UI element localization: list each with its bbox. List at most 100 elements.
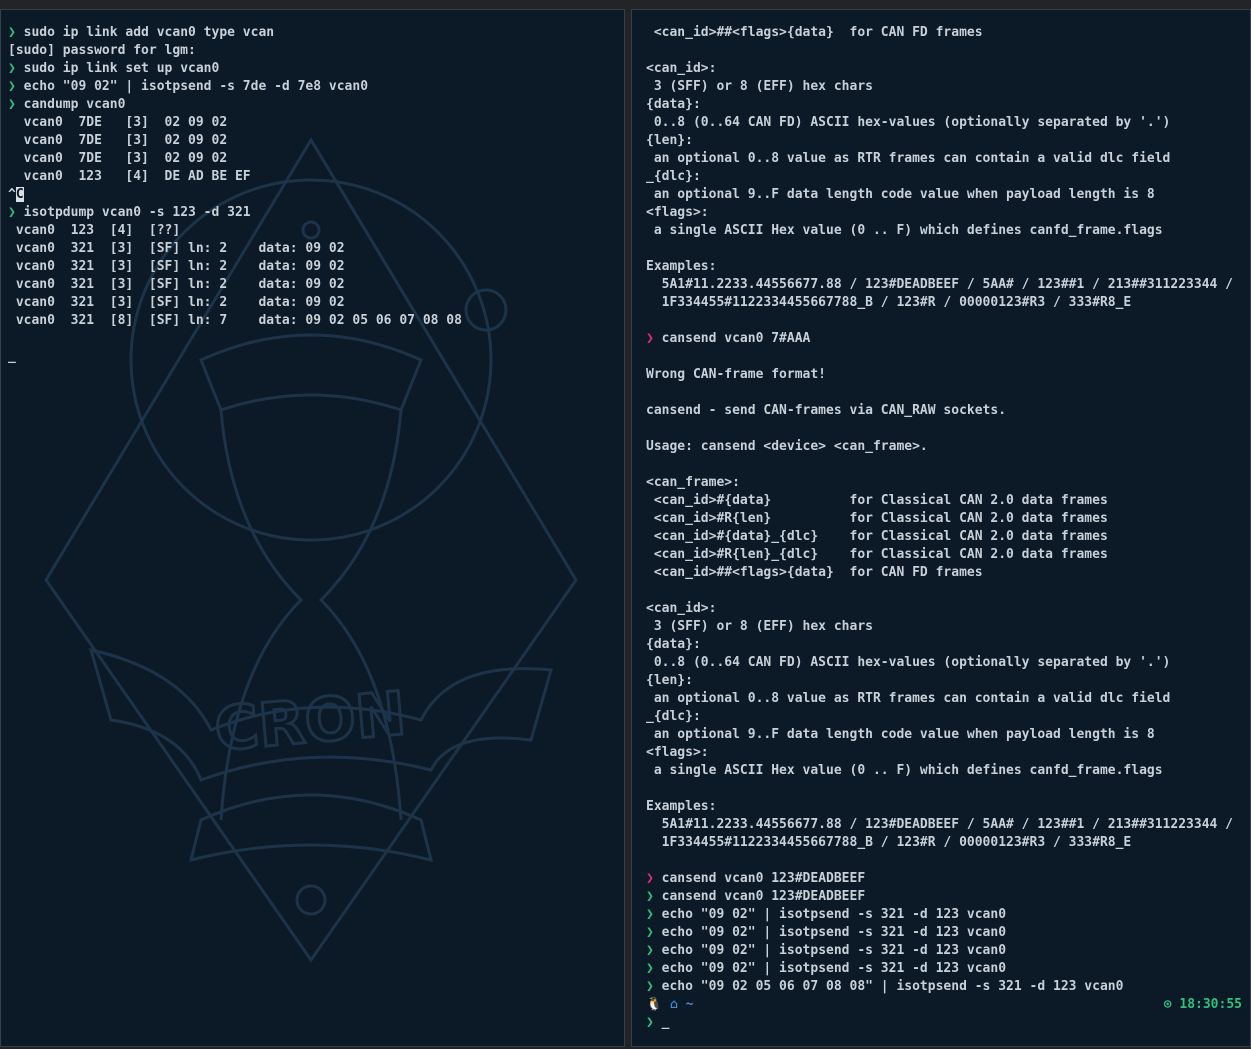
terminal-line-text: an optional 9..F data length code value …	[646, 727, 1155, 742]
terminal-line: 1F334455#1122334455667788_B / 123#R / 00…	[646, 294, 1250, 312]
terminal-line-text: cansend - send CAN-frames via CAN_RAW so…	[646, 403, 1007, 418]
terminal-line: <flags>:	[646, 204, 1250, 222]
clock-time: ⊙ 18:30:55	[1164, 996, 1242, 1014]
terminal-line: ^C	[8, 186, 624, 204]
cursor-block: C	[15, 187, 24, 202]
terminal-line-text: ^C	[8, 187, 24, 202]
prompt-arrow-icon: ❯	[8, 61, 16, 76]
terminal-line-text: cansend vcan0 123#DEADBEEF	[653, 871, 866, 886]
prompt-arrow-icon: ❯	[646, 925, 654, 940]
prompt-arrow-icon: ❯	[8, 205, 16, 220]
terminal-line: ❯ echo "09 02" | isotpsend -s 321 -d 123…	[646, 924, 1250, 942]
terminal-line: <can_id>:	[646, 60, 1250, 78]
terminal-line: vcan0 7DE [3] 02 09 02	[8, 114, 624, 132]
watermark-text: CRON	[212, 679, 409, 765]
left-terminal-pane[interactable]: CRON ❯ sudo ip link add vcan0 type vcan[…	[0, 9, 625, 1047]
terminal-line-text: _{dlc}:	[646, 169, 701, 184]
terminal-line: ❯ cansend vcan0 7#AAA	[646, 330, 1250, 348]
terminal-line: vcan0 321 [3] [SF] ln: 2 data: 09 02	[8, 294, 624, 312]
terminal-line: cansend - send CAN-frames via CAN_RAW so…	[646, 402, 1250, 420]
terminal-line: ❯ cansend vcan0 123#DEADBEEF	[646, 870, 1250, 888]
terminal-line: <can_id>#R{len}_{dlc} for Classical CAN …	[646, 546, 1250, 564]
terminal-line-text: vcan0 7DE [3] 02 09 02	[8, 133, 228, 148]
terminal-line-text: echo "09 02" | isotpsend -s 321 -d 123 v…	[653, 907, 1007, 922]
terminal-line-text: vcan0 321 [8] [SF] ln: 7 data: 09 02 05 …	[8, 313, 462, 328]
terminal-line-text: an optional 0..8 value as RTR frames can…	[646, 151, 1171, 166]
prompt-arrow-icon: ❯	[8, 79, 16, 94]
terminal-line-text: <flags>:	[646, 205, 709, 220]
terminal-line-text: 3 (SFF) or 8 (EFF) hex chars	[646, 79, 873, 94]
home-icon: ⌂	[670, 997, 678, 1012]
terminal-line: vcan0 123 [4] DE AD BE EF	[8, 168, 624, 186]
terminal-line: <can_id>##<flags>{data} for CAN FD frame…	[646, 564, 1250, 582]
terminal-line-text: echo "09 02" | isotpsend -s 321 -d 123 v…	[653, 925, 1007, 940]
terminal-line: 0..8 (0..64 CAN FD) ASCII hex-values (op…	[646, 654, 1250, 672]
terminal-line-text: 5A1#11.2233.44556677.88 / 123#DEADBEEF /…	[646, 277, 1233, 292]
terminal-line-text: <can_id>:	[646, 601, 717, 616]
terminal-line: ❯ echo "09 02" | isotpsend -s 7de -d 7e8…	[8, 78, 624, 96]
terminal-line-text: vcan0 7DE [3] 02 09 02	[8, 115, 228, 130]
terminal-line-text: <can_id>:	[646, 61, 717, 76]
command-input-line[interactable]: ❯ _	[646, 1014, 1250, 1032]
terminal-line: vcan0 7DE [3] 02 09 02	[8, 150, 624, 168]
terminal-line: {len}:	[646, 672, 1250, 690]
prompt-arrow-icon: ❯	[646, 979, 654, 994]
terminal-line: {data}:	[646, 636, 1250, 654]
terminal-line: 5A1#11.2233.44556677.88 / 123#DEADBEEF /…	[646, 276, 1250, 294]
terminal-line-text: 1F334455#1122334455667788_B / 123#R / 00…	[646, 835, 1132, 850]
terminal-line: _	[8, 348, 624, 366]
terminal-line: {data}:	[646, 96, 1250, 114]
command-input[interactable]: _	[654, 1015, 670, 1030]
terminal-line-text: Usage: cansend <device> <can_frame>.	[646, 439, 928, 454]
terminal-line: ❯ sudo ip link set up vcan0	[8, 60, 624, 78]
terminal-line: an optional 9..F data length code value …	[646, 186, 1250, 204]
terminal-line-text: Examples:	[646, 799, 717, 814]
terminal-line-text: sudo ip link set up vcan0	[15, 61, 220, 76]
terminal-line-text: cansend vcan0 7#AAA	[653, 331, 811, 346]
terminal-line: Usage: cansend <device> <can_frame>.	[646, 438, 1250, 456]
prompt-arrow-icon: ❯	[646, 871, 654, 886]
terminal-line-text: 0..8 (0..64 CAN FD) ASCII hex-values (op…	[646, 115, 1171, 130]
terminal-line: ❯ echo "09 02" | isotpsend -s 321 -d 123…	[646, 960, 1250, 978]
terminal-line-text: 1F334455#1122334455667788_B / 123#R / 00…	[646, 295, 1132, 310]
terminal-line: an optional 0..8 value as RTR frames can…	[646, 150, 1250, 168]
terminal-line: [sudo] password for lgm:	[8, 42, 624, 60]
prompt-arrow-icon: ❯	[8, 97, 16, 112]
terminal-line-text: an optional 9..F data length code value …	[646, 187, 1155, 202]
terminal-line: _{dlc}:	[646, 708, 1250, 726]
current-directory: ~	[685, 997, 694, 1012]
terminal-line-text: 3 (SFF) or 8 (EFF) hex chars	[646, 619, 873, 634]
terminal-line: <can_frame>:	[646, 474, 1250, 492]
left-terminal-output: ❯ sudo ip link add vcan0 type vcan [sudo]…	[8, 24, 624, 366]
terminal-line-text: <can_id>#{data} for Classical CAN 2.0 da…	[646, 493, 1108, 508]
terminal-line-text: vcan0 7DE [3] 02 09 02	[8, 151, 228, 166]
terminal-line: 0..8 (0..64 CAN FD) ASCII hex-values (op…	[646, 114, 1250, 132]
terminal-line: <can_id>##<flags>{data} for CAN FD frame…	[646, 24, 1250, 42]
terminal-line: ❯ cansend vcan0 123#DEADBEEF	[646, 888, 1250, 906]
terminal-line: <can_id>#{data}_{dlc} for Classical CAN …	[646, 528, 1250, 546]
right-terminal-pane[interactable]: <can_id>##<flags>{data} for CAN FD frame…	[631, 9, 1251, 1047]
terminal-line: Examples:	[646, 798, 1250, 816]
terminal-line-text: a single ASCII Hex value (0 .. F) which …	[646, 223, 1163, 238]
terminal-line: vcan0 7DE [3] 02 09 02	[8, 132, 624, 150]
terminal-line: Examples:	[646, 258, 1250, 276]
terminal-line: _{dlc}:	[646, 168, 1250, 186]
terminal-line-text: <can_frame>:	[646, 475, 740, 490]
terminal-line: vcan0 321 [8] [SF] ln: 7 data: 09 02 05 …	[8, 312, 624, 330]
terminal-line: vcan0 321 [3] [SF] ln: 2 data: 09 02	[8, 258, 624, 276]
terminal-line: vcan0 321 [3] [SF] ln: 2 data: 09 02	[8, 240, 624, 258]
terminal-line: Wrong CAN-frame format!	[646, 366, 1250, 384]
terminal-line: 3 (SFF) or 8 (EFF) hex chars	[646, 618, 1250, 636]
prompt-arrow-icon: ❯	[646, 961, 654, 976]
terminal-line-text: vcan0 321 [3] [SF] ln: 2 data: 09 02	[8, 241, 345, 256]
terminal-line-text: candump vcan0	[15, 97, 126, 112]
terminal-line-text: echo "09 02 05 06 07 08 08" | isotpsend …	[653, 979, 1124, 994]
